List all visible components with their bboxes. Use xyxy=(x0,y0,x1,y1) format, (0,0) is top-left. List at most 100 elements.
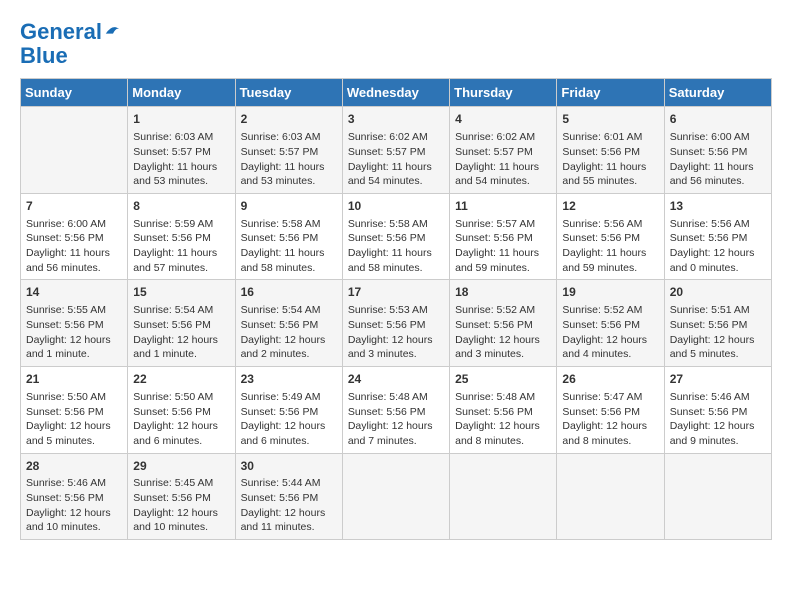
day-number: 27 xyxy=(670,371,766,388)
day-cell: 26 Sunrise: 5:47 AM Sunset: 5:56 PM Dayli… xyxy=(557,367,664,454)
day-cell: 6 Sunrise: 6:00 AM Sunset: 5:56 PM Daylig… xyxy=(664,107,771,194)
day-cell: 17 Sunrise: 5:53 AM Sunset: 5:56 PM Dayli… xyxy=(342,280,449,367)
day-cell: 9 Sunrise: 5:58 AM Sunset: 5:56 PM Daylig… xyxy=(235,193,342,280)
day-cell: 28Sunrise: 5:46 AM Sunset: 5:56 PM Dayli… xyxy=(21,453,128,540)
day-info: Sunrise: 6:01 AM Sunset: 5:56 PM Dayligh… xyxy=(562,130,658,189)
day-info: Sunrise: 6:02 AM Sunset: 5:57 PM Dayligh… xyxy=(348,130,444,189)
day-number: 21 xyxy=(26,371,122,388)
day-number: 14 xyxy=(26,284,122,301)
day-info: Sunrise: 5:59 AM Sunset: 5:56 PM Dayligh… xyxy=(133,217,229,276)
header-cell-tuesday: Tuesday xyxy=(235,79,342,107)
day-number: 1 xyxy=(133,111,229,128)
day-info: Sunrise: 5:48 AM Sunset: 5:56 PM Dayligh… xyxy=(455,390,551,449)
day-number: 22 xyxy=(133,371,229,388)
day-number: 24 xyxy=(348,371,444,388)
day-cell: 8 Sunrise: 5:59 AM Sunset: 5:56 PM Daylig… xyxy=(128,193,235,280)
day-cell xyxy=(21,107,128,194)
calendar-table: SundayMondayTuesdayWednesdayThursdayFrid… xyxy=(20,78,772,540)
week-row-4: 21 Sunrise: 5:50 AM Sunset: 5:56 PM Dayli… xyxy=(21,367,772,454)
day-info: Sunrise: 5:56 AM Sunset: 5:56 PM Dayligh… xyxy=(670,217,766,276)
day-cell xyxy=(450,453,557,540)
day-cell: 20 Sunrise: 5:51 AM Sunset: 5:56 PM Dayli… xyxy=(664,280,771,367)
day-info: Sunrise: 5:53 AM Sunset: 5:56 PM Dayligh… xyxy=(348,303,444,362)
day-info: Sunrise: 6:03 AM Sunset: 5:57 PM Dayligh… xyxy=(241,130,337,189)
day-info: Sunrise: 5:50 AM Sunset: 5:56 PM Dayligh… xyxy=(26,390,122,449)
day-number: 26 xyxy=(562,371,658,388)
day-info: Sunrise: 5:54 AM Sunset: 5:56 PM Dayligh… xyxy=(241,303,337,362)
day-cell: 5Sunrise: 6:01 AM Sunset: 5:56 PM Daylig… xyxy=(557,107,664,194)
day-cell: 22 Sunrise: 5:50 AM Sunset: 5:56 PM Dayli… xyxy=(128,367,235,454)
day-cell: 15Sunrise: 5:54 AM Sunset: 5:56 PM Dayli… xyxy=(128,280,235,367)
day-number: 10 xyxy=(348,198,444,215)
day-number: 25 xyxy=(455,371,551,388)
day-cell: 14 Sunrise: 5:55 AM Sunset: 5:56 PM Dayli… xyxy=(21,280,128,367)
day-info: Sunrise: 5:52 AM Sunset: 5:56 PM Dayligh… xyxy=(562,303,658,362)
day-cell: 19Sunrise: 5:52 AM Sunset: 5:56 PM Dayli… xyxy=(557,280,664,367)
day-number: 16 xyxy=(241,284,337,301)
day-cell: 3 Sunrise: 6:02 AM Sunset: 5:57 PM Daylig… xyxy=(342,107,449,194)
day-cell: 2 Sunrise: 6:03 AM Sunset: 5:57 PM Daylig… xyxy=(235,107,342,194)
day-info: Sunrise: 5:44 AM Sunset: 5:56 PM Dayligh… xyxy=(241,476,337,535)
day-cell xyxy=(342,453,449,540)
day-cell: 24 Sunrise: 5:48 AM Sunset: 5:56 PM Dayli… xyxy=(342,367,449,454)
logo-icon xyxy=(104,21,122,39)
day-cell xyxy=(557,453,664,540)
day-info: Sunrise: 5:49 AM Sunset: 5:56 PM Dayligh… xyxy=(241,390,337,449)
logo: General Blue xyxy=(20,20,122,68)
day-info: Sunrise: 5:47 AM Sunset: 5:56 PM Dayligh… xyxy=(562,390,658,449)
day-number: 12 xyxy=(562,198,658,215)
day-info: Sunrise: 5:50 AM Sunset: 5:56 PM Dayligh… xyxy=(133,390,229,449)
day-info: Sunrise: 6:00 AM Sunset: 5:56 PM Dayligh… xyxy=(670,130,766,189)
day-info: Sunrise: 5:56 AM Sunset: 5:56 PM Dayligh… xyxy=(562,217,658,276)
day-info: Sunrise: 6:03 AM Sunset: 5:57 PM Dayligh… xyxy=(133,130,229,189)
day-cell: 12 Sunrise: 5:56 AM Sunset: 5:56 PM Dayli… xyxy=(557,193,664,280)
day-cell: 7Sunrise: 6:00 AM Sunset: 5:56 PM Daylig… xyxy=(21,193,128,280)
day-number: 17 xyxy=(348,284,444,301)
day-number: 30 xyxy=(241,458,337,475)
day-info: Sunrise: 5:45 AM Sunset: 5:56 PM Dayligh… xyxy=(133,476,229,535)
header-cell-sunday: Sunday xyxy=(21,79,128,107)
day-cell: 21 Sunrise: 5:50 AM Sunset: 5:56 PM Dayli… xyxy=(21,367,128,454)
day-number: 28 xyxy=(26,458,122,475)
day-number: 20 xyxy=(670,284,766,301)
day-cell xyxy=(664,453,771,540)
day-cell: 18Sunrise: 5:52 AM Sunset: 5:56 PM Dayli… xyxy=(450,280,557,367)
day-number: 15 xyxy=(133,284,229,301)
week-row-3: 14 Sunrise: 5:55 AM Sunset: 5:56 PM Dayli… xyxy=(21,280,772,367)
day-number: 8 xyxy=(133,198,229,215)
calendar-body: 1 Sunrise: 6:03 AM Sunset: 5:57 PM Daylig… xyxy=(21,107,772,540)
day-number: 11 xyxy=(455,198,551,215)
day-number: 2 xyxy=(241,111,337,128)
day-info: Sunrise: 5:51 AM Sunset: 5:56 PM Dayligh… xyxy=(670,303,766,362)
day-info: Sunrise: 5:58 AM Sunset: 5:56 PM Dayligh… xyxy=(348,217,444,276)
day-info: Sunrise: 5:46 AM Sunset: 5:56 PM Dayligh… xyxy=(26,476,122,535)
header-cell-saturday: Saturday xyxy=(664,79,771,107)
day-number: 29 xyxy=(133,458,229,475)
calendar-header-row: SundayMondayTuesdayWednesdayThursdayFrid… xyxy=(21,79,772,107)
day-info: Sunrise: 5:48 AM Sunset: 5:56 PM Dayligh… xyxy=(348,390,444,449)
day-number: 9 xyxy=(241,198,337,215)
day-cell: 1 Sunrise: 6:03 AM Sunset: 5:57 PM Daylig… xyxy=(128,107,235,194)
week-row-5: 28Sunrise: 5:46 AM Sunset: 5:56 PM Dayli… xyxy=(21,453,772,540)
header-cell-wednesday: Wednesday xyxy=(342,79,449,107)
week-row-2: 7Sunrise: 6:00 AM Sunset: 5:56 PM Daylig… xyxy=(21,193,772,280)
day-cell: 11 Sunrise: 5:57 AM Sunset: 5:56 PM Dayli… xyxy=(450,193,557,280)
day-number: 7 xyxy=(26,198,122,215)
logo-text-general: General xyxy=(20,20,102,44)
day-number: 6 xyxy=(670,111,766,128)
day-info: Sunrise: 5:55 AM Sunset: 5:56 PM Dayligh… xyxy=(26,303,122,362)
day-info: Sunrise: 5:46 AM Sunset: 5:56 PM Dayligh… xyxy=(670,390,766,449)
day-info: Sunrise: 5:57 AM Sunset: 5:56 PM Dayligh… xyxy=(455,217,551,276)
day-number: 3 xyxy=(348,111,444,128)
day-cell: 13 Sunrise: 5:56 AM Sunset: 5:56 PM Dayli… xyxy=(664,193,771,280)
day-number: 13 xyxy=(670,198,766,215)
day-info: Sunrise: 5:58 AM Sunset: 5:56 PM Dayligh… xyxy=(241,217,337,276)
day-number: 23 xyxy=(241,371,337,388)
page-header: General Blue xyxy=(20,20,772,68)
header-cell-friday: Friday xyxy=(557,79,664,107)
logo-text-blue: Blue xyxy=(20,44,122,68)
day-cell: 27 Sunrise: 5:46 AM Sunset: 5:56 PM Dayli… xyxy=(664,367,771,454)
day-cell: 23 Sunrise: 5:49 AM Sunset: 5:56 PM Dayli… xyxy=(235,367,342,454)
day-number: 4 xyxy=(455,111,551,128)
header-cell-monday: Monday xyxy=(128,79,235,107)
